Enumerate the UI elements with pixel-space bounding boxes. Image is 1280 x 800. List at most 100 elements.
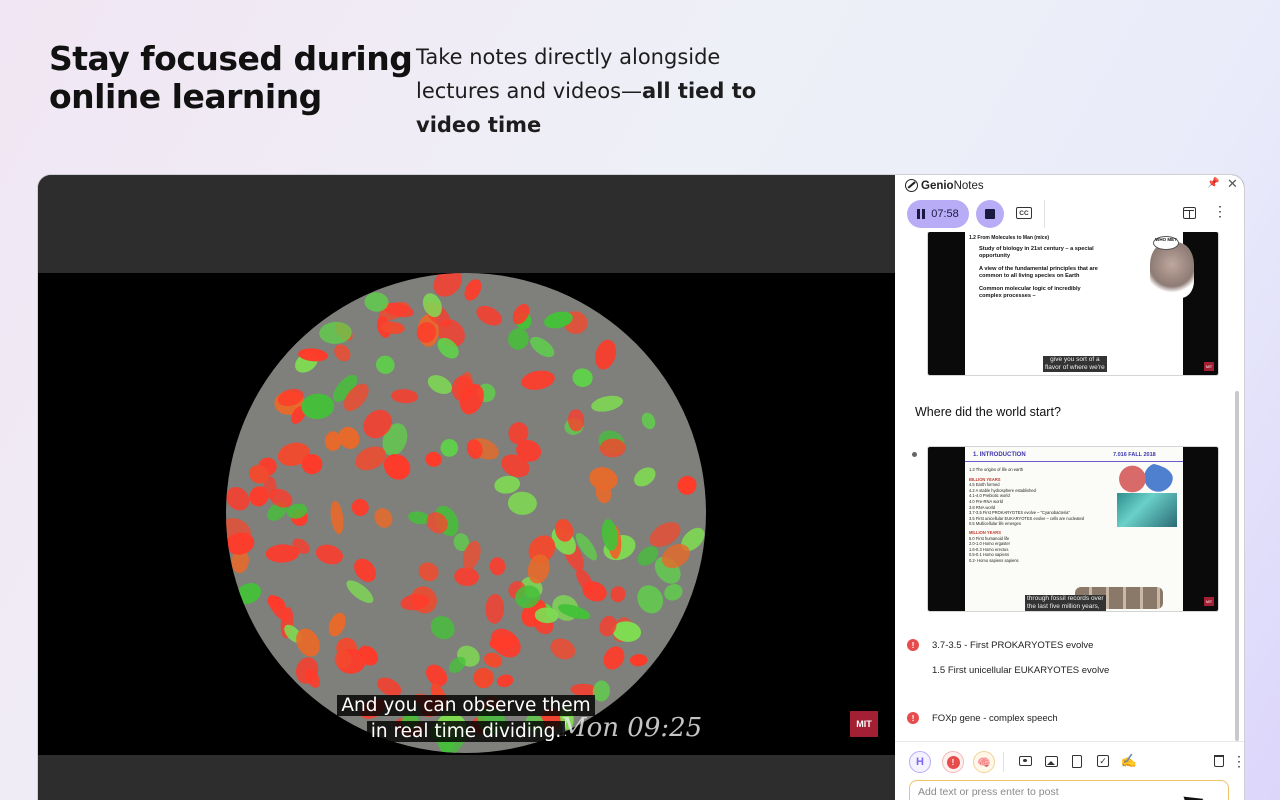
subtext-line3: video time — [416, 108, 796, 142]
cell-nucleus — [334, 344, 351, 362]
mouse-illustration — [1150, 242, 1194, 298]
heading-button[interactable]: H — [909, 751, 931, 773]
cell-nucleus — [425, 451, 442, 467]
slide-bullet: A view of the fundamental principles tha… — [979, 266, 1098, 279]
speech-bubble: WHO ME? — [1153, 236, 1179, 250]
notes-panel: GenioNotes 📌 ✕ 07:58 CC ⋮ 1.2 From Molec… — [895, 175, 1244, 800]
slide-subtitle-line2: the last five million years, — [1027, 603, 1100, 610]
pause-button[interactable]: 07:58 — [907, 200, 969, 228]
cell-nucleus — [610, 586, 626, 603]
mit-logo: MIT — [1204, 597, 1214, 606]
cell-nucleus — [550, 638, 576, 660]
subtext-line2: lectures and videos—all tied to — [416, 74, 796, 108]
cell-nucleus — [330, 500, 344, 535]
headline: Stay focused during online learning — [49, 39, 413, 116]
video-frame[interactable]: Mon 09:25 And you can observe them in re… — [38, 273, 895, 755]
cell-nucleus — [374, 508, 393, 528]
note-text: FOXp gene - complex speech — [932, 712, 1058, 724]
image-icon[interactable] — [1043, 753, 1059, 769]
book-icon[interactable] — [1069, 753, 1085, 769]
cell-nucleus — [508, 328, 529, 350]
cell-nucleus — [489, 557, 506, 576]
slide-page: 1.2 From Molecules to Man (mice) Study o… — [965, 232, 1194, 375]
slide-subtitle-line2: flavor of where we're — [1045, 364, 1105, 371]
note-item[interactable]: 1.5 First unicellular EUKARYOTES evolve — [932, 665, 1109, 676]
alert-icon: ! — [907, 639, 919, 651]
note-item[interactable]: ! FOXp gene - complex speech — [907, 712, 1058, 724]
mit-logo: MIT — [1204, 362, 1214, 371]
recording-time: 07:58 — [931, 208, 959, 220]
screenshot-icon[interactable] — [1017, 753, 1033, 769]
note-item[interactable]: ! 3.7-3.5 - First PROKARYOTES evolve — [907, 639, 1093, 651]
recording-toolbar: 07:58 CC ⋮ — [895, 200, 1244, 230]
cell-nucleus — [430, 616, 455, 640]
subtext-line2-bold: all tied to — [642, 79, 757, 103]
cell-nucleus — [319, 321, 352, 344]
video-player[interactable]: Mon 09:25 And you can observe them in re… — [38, 175, 895, 800]
slide-subtitle: give you sort of a flavor of where we're — [1043, 356, 1107, 372]
scrollbar[interactable] — [1235, 391, 1239, 741]
slide-subtitle-line1: give you sort of a — [1050, 356, 1100, 363]
cells-illustration — [1115, 463, 1173, 495]
note-input-box[interactable] — [909, 780, 1229, 800]
pin-icon[interactable]: 📌 — [1207, 178, 1219, 189]
cell-nucleus — [427, 375, 452, 395]
pause-icon — [917, 209, 926, 219]
close-icon[interactable]: ✕ — [1227, 176, 1238, 192]
dna-illustration — [1117, 493, 1177, 527]
cell-nucleus — [473, 667, 494, 689]
cell-nucleus — [496, 674, 514, 688]
note-tools-bar: H ! 🧠 ✓ ✍ ⋮ — [895, 747, 1244, 777]
caption-line2-wrap: in real time dividing. — [334, 719, 598, 745]
cell-nucleus — [351, 498, 369, 516]
row: 0.5 Multicellular life emerges — [969, 521, 1021, 527]
notes-list[interactable]: 1.2 From Molecules to Man (mice) Study o… — [895, 232, 1244, 742]
cell-nucleus — [418, 562, 439, 582]
slide-screenshot-1[interactable]: 1.2 From Molecules to Man (mice) Study o… — [927, 232, 1219, 376]
cell-nucleus — [236, 583, 262, 604]
note-bullet — [912, 452, 917, 457]
subtext-line3-bold: video time — [416, 113, 542, 137]
more-options-icon[interactable]: ⋮ — [1213, 204, 1227, 218]
cell-culture-svg — [226, 273, 705, 753]
handwriting-icon[interactable]: ✍ — [1121, 753, 1137, 769]
layout-icon[interactable] — [1183, 207, 1196, 219]
stop-button[interactable] — [976, 200, 1004, 228]
slide-subtitle-line1: through fossil records over — [1027, 595, 1104, 602]
microscope-image — [226, 273, 706, 753]
cell-nucleus — [494, 475, 521, 494]
cell-nucleus — [301, 393, 335, 420]
cell-nucleus — [634, 467, 656, 487]
note-input[interactable] — [918, 783, 1188, 800]
more-options-icon[interactable]: ⋮ — [1231, 753, 1244, 769]
cell-nucleus — [629, 654, 648, 667]
important-button[interactable]: ! — [942, 751, 964, 773]
checkbox-icon[interactable]: ✓ — [1095, 753, 1111, 769]
cell-nucleus — [595, 339, 617, 370]
closed-captions-icon[interactable]: CC — [1016, 207, 1032, 219]
alert-icon: ! — [907, 712, 919, 724]
cell-nucleus — [301, 454, 323, 475]
slide-bullet: Study of biology in 21st century – a spe… — [979, 246, 1094, 259]
slide-subtitle-text: 1.3 The origins of life on earth — [969, 467, 1024, 472]
slide-bullet: Common molecular logic of incredibly com… — [979, 286, 1081, 299]
cell-nucleus — [530, 336, 555, 358]
brain-icon[interactable]: 🧠 — [973, 751, 995, 773]
cell-nucleus — [391, 389, 419, 404]
row: 0.2- Homo sapiens sapiens — [969, 557, 1019, 563]
cell-nucleus — [315, 544, 344, 565]
genio-logo-icon — [905, 179, 918, 192]
subtext-line2-plain: lectures and videos— — [416, 79, 643, 103]
caption-line1-wrap: And you can observe them — [334, 693, 598, 719]
headline-line1: Stay focused during — [49, 39, 413, 78]
slide-screenshot-2[interactable]: 1. INTRODUCTION 7.016 FALL 2018 1.3 The … — [927, 446, 1219, 612]
alert-icon: ! — [946, 755, 960, 769]
slide-header-left: 1. INTRODUCTION — [973, 452, 1026, 458]
subtext-line1: Take notes directly alongside — [416, 45, 721, 69]
note-question[interactable]: Where did the world start? — [915, 405, 1061, 419]
divider — [1003, 752, 1004, 772]
cell-nucleus — [464, 279, 482, 301]
slide-header-right: 7.016 FALL 2018 — [1113, 452, 1156, 458]
cell-nucleus — [591, 395, 624, 412]
trash-icon[interactable] — [1211, 753, 1227, 769]
